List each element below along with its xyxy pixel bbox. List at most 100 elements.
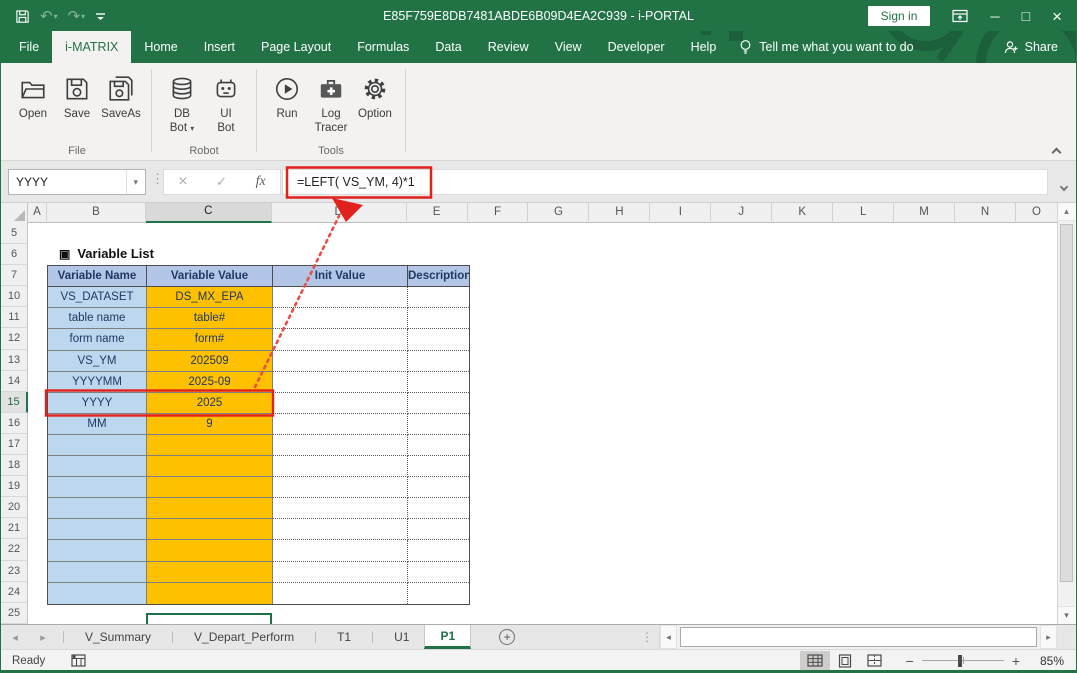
maximize-button[interactable]: □: [1022, 9, 1030, 23]
vertical-scrollbar[interactable]: ▴ ▾: [1057, 203, 1075, 624]
open-button[interactable]: Open: [11, 69, 55, 121]
sheet-tab-u1[interactable]: U1: [379, 625, 424, 649]
column-header-f[interactable]: F: [468, 203, 529, 223]
cell-variable-value[interactable]: 202509: [147, 351, 273, 372]
column-header-l[interactable]: L: [833, 203, 894, 223]
save-as-button[interactable]: SaveAs: [99, 69, 143, 121]
sheet-tab-t1[interactable]: T1: [322, 625, 366, 649]
column-header-g[interactable]: G: [528, 203, 589, 223]
cell-variable-name[interactable]: VS_DATASET: [48, 287, 147, 308]
enter-check-icon[interactable]: ✓: [216, 174, 227, 190]
select-all-corner[interactable]: [1, 203, 28, 223]
db-bot-button[interactable]: DB Bot ▾: [160, 69, 204, 136]
row-header[interactable]: 17: [1, 434, 28, 455]
save-button[interactable]: Save: [55, 69, 99, 121]
cell-description[interactable]: [408, 540, 469, 561]
cell-description[interactable]: [408, 562, 469, 583]
row-header[interactable]: 10: [1, 286, 28, 307]
column-header-m[interactable]: M: [894, 203, 955, 223]
page-break-view-button[interactable]: [860, 651, 890, 671]
cell-init-value[interactable]: [273, 435, 408, 456]
formula-input[interactable]: [283, 175, 1047, 189]
cell-variable-value[interactable]: DS_MX_EPA: [147, 287, 273, 308]
cell-description[interactable]: [408, 308, 469, 329]
cell-variable-value[interactable]: [147, 519, 273, 540]
vertical-scroll-thumb[interactable]: [1060, 224, 1073, 582]
name-box[interactable]: ▾: [8, 169, 146, 195]
row-header[interactable]: 25: [1, 603, 28, 624]
row-header-selected[interactable]: 15: [1, 392, 28, 413]
cell-description[interactable]: [408, 393, 469, 414]
cell-variable-name[interactable]: YYYYMM: [48, 372, 147, 393]
tab-developer[interactable]: Developer: [595, 31, 678, 63]
cell-init-value[interactable]: [273, 414, 408, 435]
minimize-button[interactable]: ─: [990, 10, 999, 23]
sheet-tab-v-depart-perform[interactable]: V_Depart_Perform: [179, 625, 309, 649]
cell-variable-name[interactable]: [48, 477, 147, 498]
cell-variable-value[interactable]: 2025-09: [147, 372, 273, 393]
page-layout-view-button[interactable]: [830, 651, 860, 671]
tab-page-layout[interactable]: Page Layout: [248, 31, 344, 63]
horizontal-scrollbar[interactable]: ◂ ▸: [659, 625, 1057, 649]
cell-description[interactable]: [408, 477, 469, 498]
cell-init-value[interactable]: [273, 287, 408, 308]
tab-formulas[interactable]: Formulas: [344, 31, 422, 63]
cell-description[interactable]: [408, 329, 469, 350]
formula-input-area[interactable]: [282, 169, 1048, 195]
cell-description[interactable]: [408, 519, 469, 540]
horizontal-scroll-thumb[interactable]: [680, 627, 1037, 647]
zoom-level[interactable]: 85%: [1032, 654, 1064, 668]
log-tracer-button[interactable]: Log Tracer: [309, 69, 353, 135]
cell-variable-name[interactable]: [48, 562, 147, 583]
row-header[interactable]: 7: [1, 265, 28, 286]
cell-description[interactable]: [408, 456, 469, 477]
row-header[interactable]: 14: [1, 371, 28, 392]
column-header-a[interactable]: A: [28, 203, 47, 223]
tab-data[interactable]: Data: [422, 31, 474, 63]
cell-init-value[interactable]: [273, 540, 408, 561]
column-header-d[interactable]: D: [272, 203, 407, 223]
sign-in-button[interactable]: Sign in: [868, 6, 931, 26]
tab-scroll-separator[interactable]: ⋮: [635, 625, 659, 649]
row-header[interactable]: 11: [1, 307, 28, 328]
column-header-h[interactable]: H: [589, 203, 650, 223]
run-button[interactable]: Run: [265, 69, 309, 121]
row-header[interactable]: 16: [1, 413, 28, 434]
share-button[interactable]: Share: [1003, 31, 1076, 63]
row-header[interactable]: 24: [1, 582, 28, 603]
scroll-up-button[interactable]: ▴: [1058, 203, 1075, 221]
column-header-n[interactable]: N: [955, 203, 1016, 223]
cell-variable-name[interactable]: [48, 583, 147, 604]
row-header[interactable]: 13: [1, 350, 28, 371]
row-header[interactable]: 19: [1, 476, 28, 497]
cell-init-value[interactable]: [273, 562, 408, 583]
cell-init-value[interactable]: [273, 351, 408, 372]
macro-record-icon[interactable]: [71, 654, 86, 667]
cell-variable-value[interactable]: table#: [147, 308, 273, 329]
row-header[interactable]: 12: [1, 328, 28, 349]
cell-variable-name[interactable]: [48, 435, 147, 456]
scroll-right-button[interactable]: ▸: [1040, 625, 1057, 649]
cell-description[interactable]: [408, 498, 469, 519]
zoom-in-button[interactable]: +: [1012, 653, 1020, 669]
column-header-o[interactable]: O: [1016, 203, 1057, 223]
collapse-ribbon-button[interactable]: [1053, 143, 1062, 152]
undo-button[interactable]: ↶▾: [40, 9, 58, 24]
cell-variable-value[interactable]: [147, 583, 273, 604]
row-header[interactable]: 18: [1, 455, 28, 476]
name-box-input[interactable]: [9, 175, 117, 189]
tell-me-box[interactable]: Tell me what you want to do: [729, 31, 923, 63]
cell-description[interactable]: [408, 372, 469, 393]
cell-variable-name[interactable]: VS_YM: [48, 351, 147, 372]
zoom-out-button[interactable]: −: [906, 653, 914, 669]
name-box-caret-icon[interactable]: ▾: [126, 170, 145, 194]
cell-init-value[interactable]: [273, 498, 408, 519]
tab-help[interactable]: Help: [678, 31, 730, 63]
cell-init-value[interactable]: [273, 329, 408, 350]
cell-variable-name[interactable]: [48, 540, 147, 561]
cell-init-value[interactable]: [273, 583, 408, 604]
redo-button[interactable]: ↷▾: [68, 9, 86, 24]
tab-home[interactable]: Home: [131, 31, 190, 63]
row-header[interactable]: 22: [1, 539, 28, 560]
worksheet-grid[interactable]: 5 6 7 10 11 12 13 14 15 16 17 18 19 20 2…: [1, 223, 1057, 624]
